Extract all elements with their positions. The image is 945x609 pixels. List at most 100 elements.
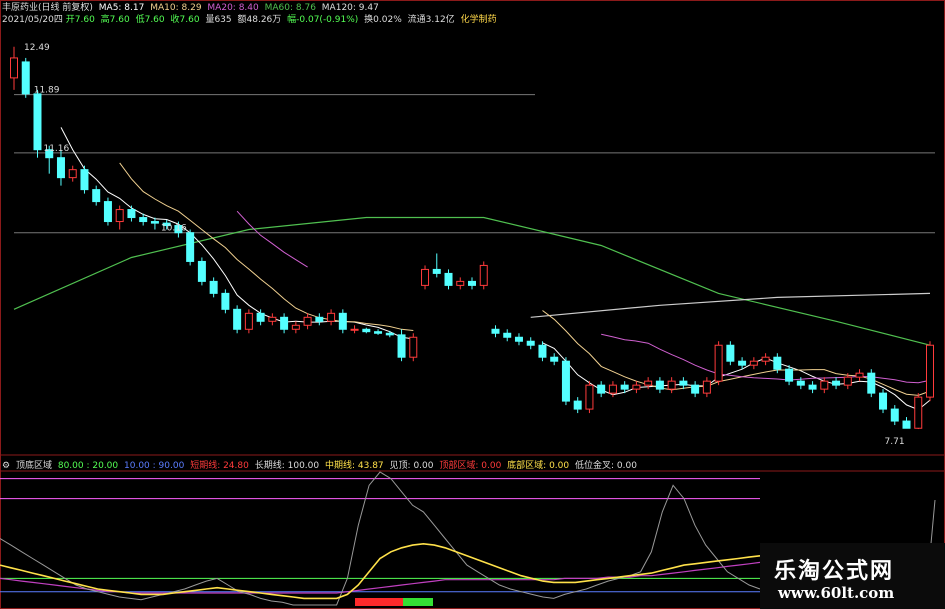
candle-body-53: [632, 384, 641, 390]
indicator-v2: 10.00 : 90.00: [124, 461, 185, 471]
candle-body-40: [479, 264, 488, 286]
candle-body-68: [808, 384, 817, 390]
candle-body-52: [620, 384, 629, 390]
candle-body-44: [526, 340, 535, 346]
candle-body-30: [362, 328, 371, 333]
indicator-bottom: 底部区域: 0.00: [507, 461, 570, 471]
candle-body-1: [21, 61, 30, 95]
indicator-v1: 80.00 : 20.00: [57, 461, 119, 471]
candle-body-56: [667, 380, 676, 390]
stock-title: 丰原药业(日线 前复权): [2, 3, 93, 13]
candle-body-16: [197, 260, 206, 282]
candlestick-chart[interactable]: 12.49 11.89 11.16 10.16 7.71: [0, 0, 945, 609]
candle-body-50: [597, 384, 606, 394]
ma10-label: MA10: 8.29: [150, 3, 202, 13]
candle-body-32: [385, 332, 394, 336]
gear-icon[interactable]: ⚙: [2, 461, 10, 471]
info-open: 开7.60: [65, 15, 95, 25]
indicator-long: 长期线: 100.00: [254, 461, 320, 471]
price-annotation-3: 10.16: [161, 224, 187, 234]
candle-body-5: [68, 169, 77, 179]
candle-body-66: [785, 368, 794, 382]
candle-body-27: [327, 312, 336, 322]
candle-body-34: [409, 336, 418, 358]
candle-body-47: [561, 360, 570, 402]
candle-body-11: [139, 217, 148, 223]
candle-body-37: [444, 272, 453, 286]
candle-body-21: [256, 312, 265, 322]
candle-body-48: [573, 400, 582, 410]
watermark-title: 乐淘公式网: [774, 559, 895, 584]
candle-body-9: [115, 209, 124, 223]
ma-header: 丰原药业(日线 前复权) MA5: 8.17 MA10: 8.29 MA20: …: [2, 3, 382, 14]
candle-body-2: [33, 93, 42, 151]
ma120-line: [530, 292, 931, 318]
stock-chart-frame: 12.49 11.89 11.16 10.16 7.71 丰原药业(日线 前复权) MA…: [0, 0, 945, 609]
candle-body-64: [761, 356, 770, 362]
candle-body-12: [150, 221, 159, 224]
candle-body-17: [209, 280, 218, 294]
candle-body-35: [421, 268, 430, 286]
info-float: 流通3.12亿: [407, 15, 455, 25]
indicator-bottom-zone: [403, 598, 433, 606]
candle-body-67: [796, 380, 805, 386]
candle-body-36: [432, 268, 441, 274]
info-low: 低7.60: [135, 15, 165, 25]
price-annotation-2: 11.16: [43, 144, 69, 154]
candle-body-8: [103, 201, 112, 223]
candle-body-49: [585, 384, 594, 410]
ma20-line-a: [236, 210, 308, 268]
candle-body-10: [127, 209, 136, 219]
candle-body-23: [280, 316, 289, 330]
candle-body-51: [608, 384, 617, 394]
candle-body-69: [820, 380, 829, 390]
candle-body-78: [926, 344, 934, 398]
indicator-lowcross: 低位金叉: 0.00: [574, 461, 637, 471]
info-turnover: 换0.02%: [364, 15, 402, 25]
candle-body-61: [726, 344, 735, 362]
candle-body-74: [879, 392, 888, 410]
candle-body-55: [655, 380, 664, 390]
candle-body-73: [867, 372, 876, 394]
candle-body-39: [468, 280, 476, 286]
candle-body-63: [749, 360, 758, 366]
price-annotation-1: 11.89: [34, 86, 60, 96]
candle-body-4: [56, 157, 65, 179]
candle-body-77: [914, 396, 923, 429]
candle-body-54: [644, 380, 653, 386]
candle-body-0: [10, 57, 18, 79]
info-change: 幅-0.07(-0.91%): [287, 15, 359, 25]
info-high: 高7.60: [100, 15, 130, 25]
candle-body-57: [679, 380, 688, 386]
candle-body-43: [514, 336, 523, 342]
candle-body-38: [456, 280, 465, 286]
candle-body-62: [738, 360, 747, 366]
info-volume: 量635: [205, 15, 232, 25]
candle-body-18: [221, 292, 230, 310]
candle-body-41: [491, 328, 500, 334]
ma5-label: MA5: 8.17: [98, 3, 145, 13]
candle-body-60: [714, 344, 723, 382]
indicator-short-line: [0, 471, 761, 606]
candle-body-31: [374, 331, 383, 334]
candle-body-24: [291, 324, 300, 330]
candle-body-6: [80, 169, 89, 191]
candle-body-65: [773, 356, 782, 370]
candle-body-70: [832, 380, 841, 386]
info-sector: 化学制药: [460, 15, 497, 25]
candle-body-76: [902, 420, 911, 429]
quote-info: 2021/05/20四 开7.60 高7.60 低7.60 收7.60 量635…: [2, 15, 500, 26]
candle-body-19: [233, 308, 242, 330]
candle-body-58: [691, 384, 700, 394]
info-date: 2021/05/20四: [2, 15, 63, 25]
indicator-name[interactable]: 顶底区域: [16, 461, 52, 471]
indicator-long-line: [0, 561, 761, 594]
candle-body-20: [244, 312, 253, 330]
candle-body-45: [538, 344, 547, 358]
candle-body-46: [550, 356, 559, 362]
info-close: 收7.60: [170, 15, 200, 25]
candle-body-15: [186, 232, 195, 262]
info-amount: 额48.26万: [237, 15, 282, 25]
candle-body-59: [702, 380, 711, 394]
watermark: 乐淘公式网 www.60lt.com: [760, 543, 945, 609]
